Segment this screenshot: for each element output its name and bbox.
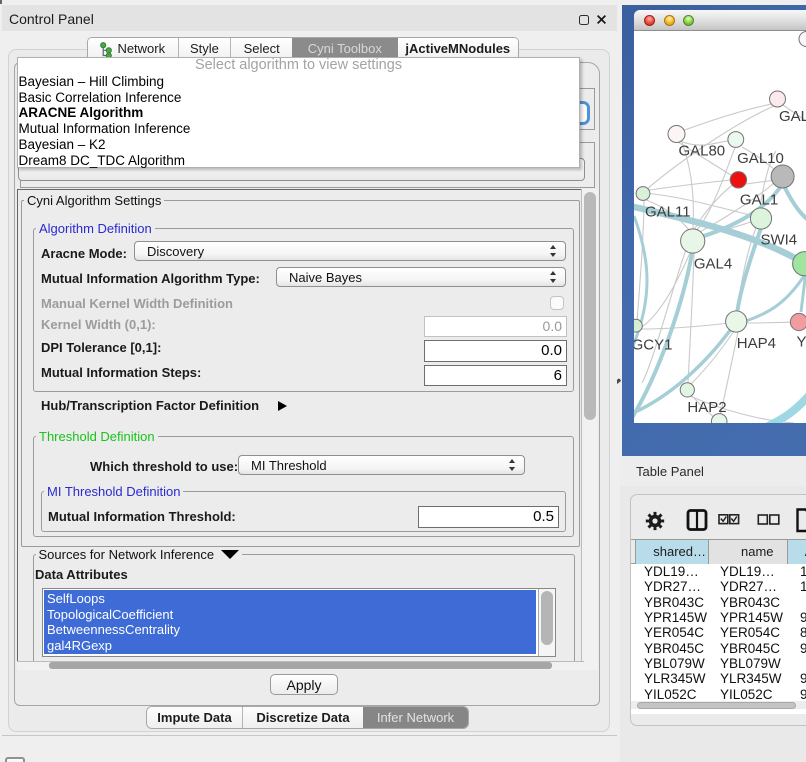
svg-text:HAP4: HAP4 — [737, 335, 776, 352]
svg-text:GAL1: GAL1 — [740, 192, 778, 209]
svg-text:GAL10: GAL10 — [737, 150, 784, 167]
svg-text:GAL4: GAL4 — [694, 256, 732, 273]
svg-text:GAL80: GAL80 — [678, 143, 725, 160]
svg-text:HAP2: HAP2 — [687, 399, 726, 416]
svg-text:GAL7: GAL7 — [779, 108, 806, 125]
svg-text:Y: Y — [796, 334, 806, 351]
svg-text:GCY1: GCY1 — [634, 337, 672, 354]
svg-text:GAL11: GAL11 — [645, 204, 691, 221]
svg-text:SWI4: SWI4 — [760, 232, 797, 249]
